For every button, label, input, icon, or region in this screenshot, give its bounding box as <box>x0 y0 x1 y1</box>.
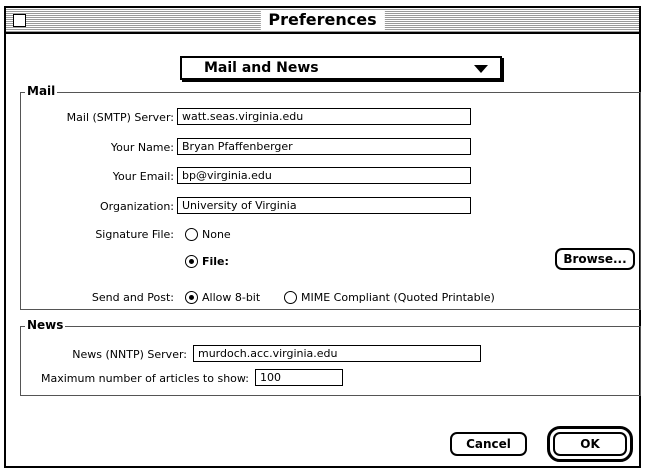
category-popup-label: Mail and News <box>204 60 319 76</box>
news-group-title: News <box>25 318 66 332</box>
mime-compliant-radio[interactable] <box>284 291 297 304</box>
preferences-window: Preferences Mail and News Mail Mail (SMT… <box>4 6 641 468</box>
nntp-server-label: News (NNTP) Server: <box>72 348 187 361</box>
category-popup-menu[interactable]: Mail and News <box>180 56 502 80</box>
max-articles-field[interactable]: 100 <box>255 369 343 386</box>
nntp-server-field[interactable]: murdoch.acc.virginia.edu <box>193 345 481 362</box>
your-email-field[interactable]: bp@virginia.edu <box>177 167 471 184</box>
title-bar[interactable]: Preferences <box>6 8 639 34</box>
organization-field[interactable]: University of Virginia <box>177 197 471 214</box>
allow-8bit-label: Allow 8-bit <box>202 291 261 304</box>
smtp-server-label: Mail (SMTP) Server: <box>66 111 174 124</box>
your-email-label: Your Email: <box>112 170 174 183</box>
your-name-field[interactable]: Bryan Pfaffenberger <box>177 138 471 155</box>
organization-label: Organization: <box>99 200 174 213</box>
smtp-server-field[interactable]: watt.seas.virginia.edu <box>177 108 471 125</box>
max-articles-label: Maximum number of articles to show: <box>40 372 249 385</box>
signature-none-label: None <box>202 228 231 241</box>
browse-button[interactable]: Browse... <box>555 248 635 270</box>
ok-button[interactable]: OK <box>547 426 633 462</box>
mime-compliant-label: MIME Compliant (Quoted Printable) <box>301 291 495 304</box>
mail-group-title: Mail <box>25 84 58 98</box>
window-title: Preferences <box>260 10 385 30</box>
cancel-button[interactable]: Cancel <box>450 432 527 456</box>
send-and-post-label: Send and Post: <box>91 291 174 304</box>
signature-none-radio[interactable] <box>185 228 198 241</box>
allow-8bit-radio[interactable] <box>185 291 198 304</box>
signature-file-radio[interactable] <box>185 255 198 268</box>
your-name-label: Your Name: <box>110 141 174 154</box>
close-box-icon[interactable] <box>13 14 26 27</box>
dropdown-arrow-icon <box>474 65 488 73</box>
signature-file-option-label: File: <box>202 255 229 268</box>
signature-file-label: Signature File: <box>95 228 174 241</box>
